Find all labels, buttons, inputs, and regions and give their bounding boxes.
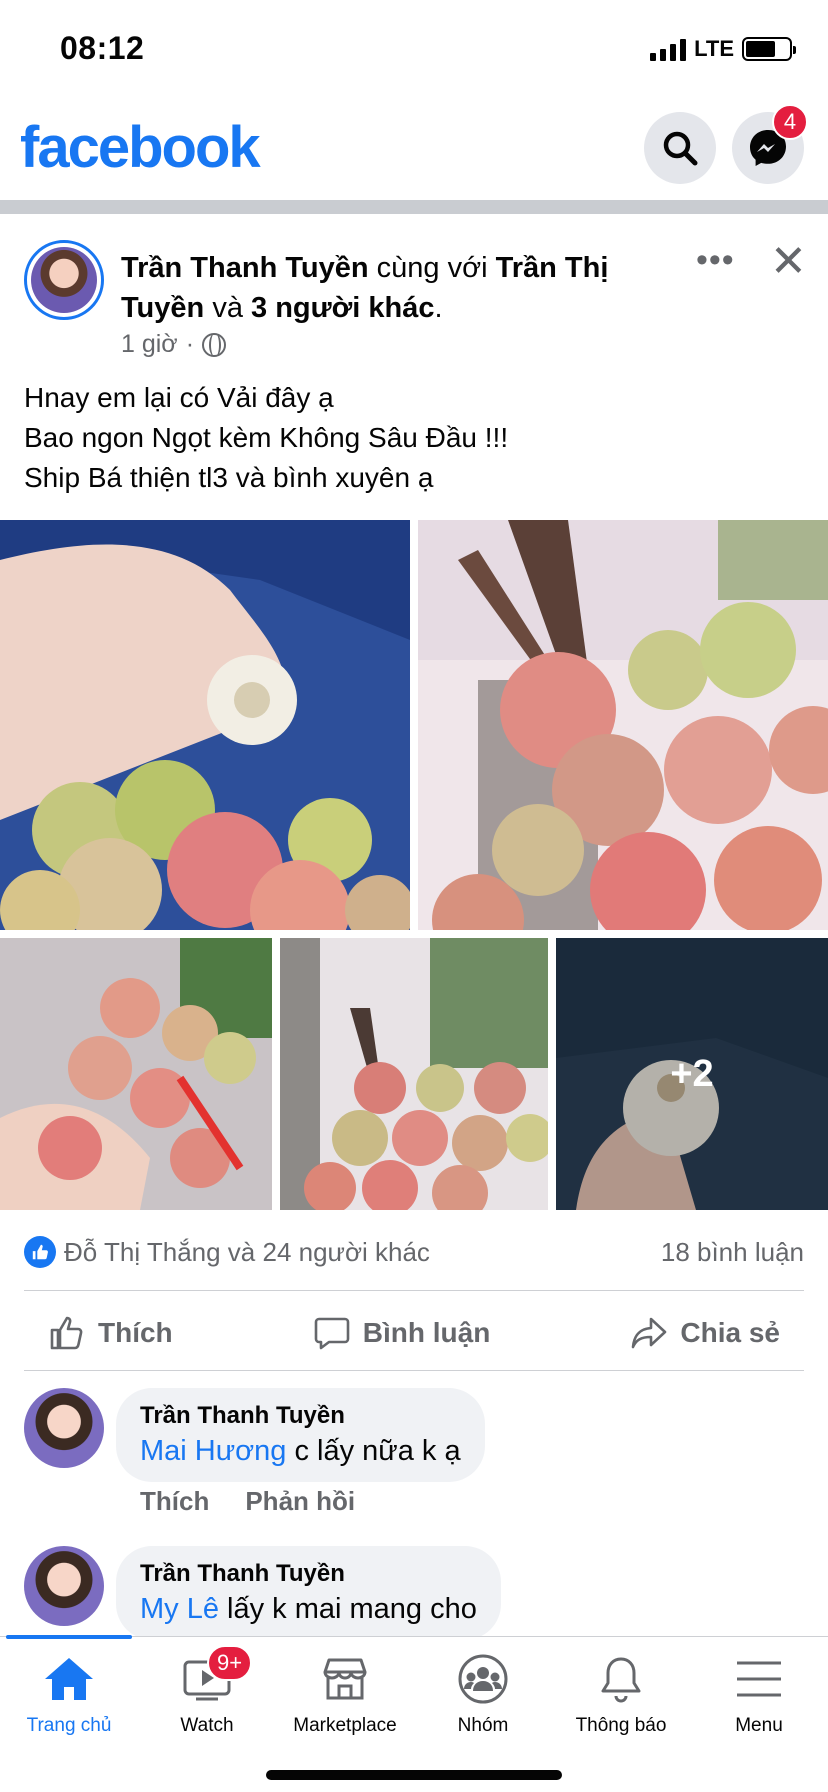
bell-icon xyxy=(593,1653,649,1705)
comment-bubble[interactable]: Trần Thanh Tuyền My Lê lấy k mai mang ch… xyxy=(116,1546,501,1640)
bottom-nav: Trang chủ 9+ Watch Marketplace Nhóm Thôn… xyxy=(0,1635,828,1792)
reactions-summary[interactable]: Đỗ Thị Thắng và 24 người khác xyxy=(24,1236,430,1268)
share-icon xyxy=(632,1317,667,1349)
nav-menu-label: Menu xyxy=(735,1715,783,1736)
groups-icon xyxy=(455,1653,511,1705)
globe-icon xyxy=(202,332,227,357)
comment-text: Mai Hương c lấy nữa k ạ xyxy=(140,1432,461,1470)
like-label: Thích xyxy=(98,1317,173,1348)
more-photos-overlay[interactable]: +2 xyxy=(556,938,828,1210)
comments-count[interactable]: 18 bình luận xyxy=(661,1237,804,1268)
others-link[interactable]: 3 người khác xyxy=(251,292,434,324)
photo-grid: +2 xyxy=(0,520,828,1210)
signal-icon xyxy=(650,37,687,61)
comment-actions: Thích Phản hồi xyxy=(140,1486,355,1517)
watch-icon: 9+ xyxy=(179,1645,253,1705)
comment-body: c lấy nữa k ạ xyxy=(286,1435,461,1467)
nav-watch[interactable]: 9+ Watch xyxy=(138,1645,276,1737)
like-button[interactable]: Thích xyxy=(24,1314,197,1352)
share-label: Chia sẻ xyxy=(680,1317,780,1348)
comment-author[interactable]: Trần Thanh Tuyền xyxy=(140,1400,461,1432)
thumbs-up-icon xyxy=(50,1316,83,1350)
status-bar: 08:12 LTE xyxy=(0,0,828,100)
comment-reply-button[interactable]: Phản hồi xyxy=(245,1486,355,1517)
close-icon[interactable]: ✕ xyxy=(770,240,807,284)
comment-avatar[interactable] xyxy=(24,1546,104,1626)
comment-author[interactable]: Trần Thanh Tuyền xyxy=(140,1558,477,1590)
and-text: và xyxy=(212,292,243,324)
actions-divider xyxy=(24,1370,804,1371)
comment-like-button[interactable]: Thích xyxy=(140,1486,209,1517)
marketplace-icon xyxy=(317,1653,373,1705)
comment-body: lấy k mai mang cho xyxy=(218,1593,477,1625)
comment-avatar[interactable] xyxy=(24,1388,104,1468)
post-photo-1[interactable] xyxy=(0,520,410,930)
search-button[interactable] xyxy=(644,112,716,184)
comment-button[interactable]: Bình luận xyxy=(289,1314,515,1352)
nav-notifications[interactable]: Thông báo xyxy=(552,1653,690,1737)
author-avatar[interactable] xyxy=(24,240,104,320)
facebook-logo[interactable]: facebook xyxy=(20,114,261,181)
post-text: Hnay em lại có Vải đây ạ Bao ngon Ngọt k… xyxy=(24,382,509,493)
reactions-divider xyxy=(24,1290,804,1291)
post-title: Trần Thanh Tuyền cùng với Trần Thị Tuyền… xyxy=(121,248,641,328)
like-reaction-icon xyxy=(24,1236,56,1268)
home-indicator xyxy=(266,1770,562,1780)
battery-icon xyxy=(742,37,796,61)
status-indicators: LTE xyxy=(650,36,796,62)
nav-groups-label: Nhóm xyxy=(457,1715,509,1736)
post-time[interactable]: 1 giờ xyxy=(121,330,178,359)
comment-bubble[interactable]: Trần Thanh Tuyền Mai Hương c lấy nữa k ạ xyxy=(116,1388,485,1482)
post-photo-5[interactable]: +2 xyxy=(556,938,828,1210)
post-photo-2[interactable] xyxy=(418,520,828,930)
search-icon xyxy=(663,131,698,166)
nav-watch-label: Watch xyxy=(180,1715,234,1736)
reactions-row: Đỗ Thị Thắng và 24 người khác 18 bình lu… xyxy=(24,1230,804,1274)
nav-active-indicator xyxy=(6,1635,132,1639)
nav-home-label: Trang chủ xyxy=(26,1715,112,1736)
comment-mention[interactable]: Mai Hương xyxy=(140,1435,286,1467)
status-time: 08:12 xyxy=(60,30,145,66)
nav-home[interactable]: Trang chủ xyxy=(0,1653,138,1737)
with-text: cùng với xyxy=(376,252,488,284)
reactions-text: Đỗ Thị Thắng và 24 người khác xyxy=(64,1236,430,1267)
post-meta: 1 giờ · xyxy=(121,330,227,359)
nav-notifications-label: Thông báo xyxy=(575,1715,667,1736)
nav-marketplace-label: Marketplace xyxy=(293,1715,397,1736)
nav-menu[interactable]: Menu xyxy=(690,1653,828,1737)
header-divider xyxy=(0,200,828,214)
nav-marketplace[interactable]: Marketplace xyxy=(276,1653,414,1737)
more-options-icon[interactable]: ••• xyxy=(696,243,735,277)
post-photo-3[interactable] xyxy=(0,938,272,1210)
messenger-badge: 4 xyxy=(772,104,808,140)
network-type: LTE xyxy=(694,36,734,61)
watch-badge: 9+ xyxy=(207,1645,253,1681)
author-name[interactable]: Trần Thanh Tuyền xyxy=(121,252,369,284)
comment-mention[interactable]: My Lê xyxy=(140,1593,219,1625)
post-actions: Thích Bình luận Chia sẻ xyxy=(24,1296,804,1370)
share-button[interactable]: Chia sẻ xyxy=(606,1314,804,1352)
app-header: facebook 4 xyxy=(0,100,828,200)
comment-text: My Lê lấy k mai mang cho xyxy=(140,1590,477,1628)
comment-icon xyxy=(314,1317,350,1350)
meta-dot: · xyxy=(185,330,195,358)
home-icon xyxy=(41,1653,97,1705)
post-photo-4[interactable] xyxy=(280,938,548,1210)
messenger-button[interactable]: 4 xyxy=(732,104,808,184)
title-period: . xyxy=(434,292,443,324)
menu-icon xyxy=(731,1653,787,1705)
nav-groups[interactable]: Nhóm xyxy=(414,1653,552,1737)
comment-label: Bình luận xyxy=(362,1317,491,1348)
